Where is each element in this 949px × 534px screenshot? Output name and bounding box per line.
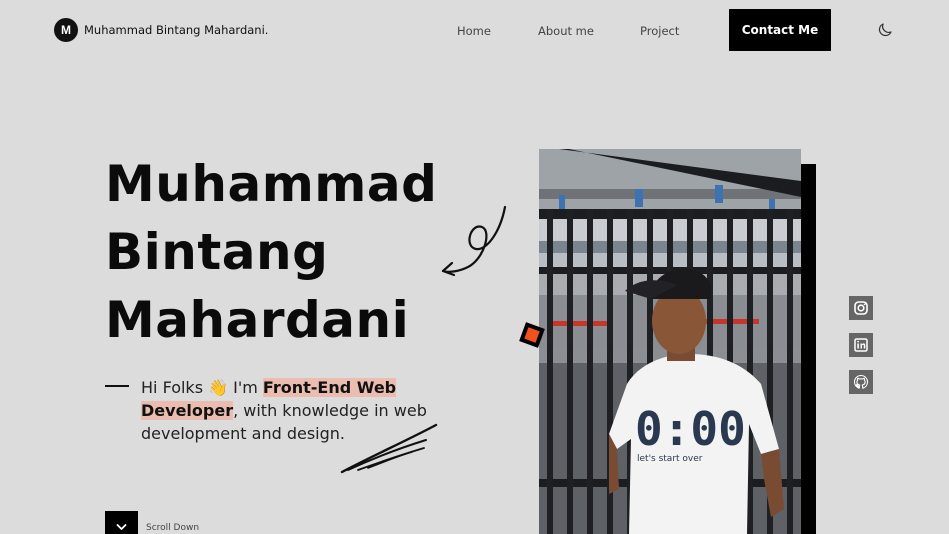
- intro-prefix: Hi Folks: [141, 378, 204, 397]
- github-icon: [853, 374, 869, 389]
- scroll-down-label: Scroll Down: [146, 523, 200, 533]
- hero-title: Muhammad Bintang Mahardani: [105, 150, 465, 354]
- linkedin-link[interactable]: [849, 333, 873, 357]
- intro-mid: I'm: [228, 378, 263, 397]
- scroll-down-button[interactable]: [105, 511, 138, 534]
- hero-title-line-1: Muhammad: [105, 155, 438, 213]
- nav-link-project[interactable]: Project: [640, 24, 679, 38]
- hero-title-line-3: Mahardani: [105, 291, 410, 349]
- profile-photo: 0:00 let's start over: [539, 149, 801, 534]
- scribble-doodle: [340, 423, 438, 474]
- top-navbar: M Muhammad Bintang Mahardani. Home About…: [0, 0, 949, 60]
- hero-title-line-2: Bintang: [105, 223, 329, 281]
- intro-dash: [105, 385, 129, 387]
- contact-me-button[interactable]: Contact Me: [729, 9, 831, 51]
- shirt-subtext: let's start over: [637, 454, 703, 464]
- curly-arrow-doodle: [441, 205, 507, 277]
- linkedin-icon: [854, 338, 868, 352]
- instagram-icon: [854, 301, 868, 315]
- instagram-link[interactable]: [849, 296, 873, 320]
- shirt-print: 0:00: [635, 402, 746, 456]
- moon-icon[interactable]: [876, 21, 894, 39]
- wave-emoji-icon: 👋: [208, 378, 229, 397]
- logo-badge[interactable]: M: [54, 18, 78, 42]
- nav-link-home[interactable]: Home: [457, 24, 491, 38]
- nav-link-about[interactable]: About me: [538, 24, 594, 38]
- brand-name[interactable]: Muhammad Bintang Mahardani.: [84, 23, 268, 37]
- chevron-down-icon: [116, 524, 127, 530]
- github-link[interactable]: [849, 370, 873, 394]
